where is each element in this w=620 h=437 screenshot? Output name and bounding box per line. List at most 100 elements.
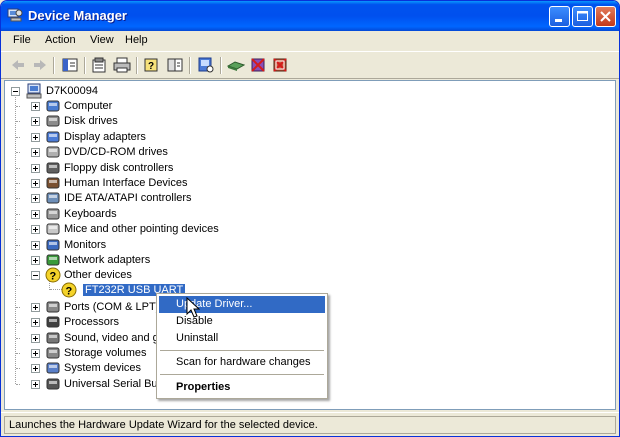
port-icon xyxy=(46,301,60,313)
tree-connector xyxy=(16,245,20,246)
help-icon[interactable]: ? xyxy=(143,56,161,74)
forward-icon[interactable] xyxy=(31,56,49,74)
sound-icon xyxy=(46,332,60,344)
tree-connector xyxy=(16,368,20,369)
menu-file[interactable]: File xyxy=(13,34,31,46)
tree-node-monitors[interactable]: Monitors xyxy=(16,237,359,253)
print-icon[interactable] xyxy=(113,56,131,74)
close-button[interactable] xyxy=(595,6,616,27)
system-icon xyxy=(46,362,60,374)
view-icon[interactable] xyxy=(166,56,184,74)
category-label: Other devices xyxy=(64,269,132,281)
context-menu: Update Driver... Disable Uninstall Scan … xyxy=(156,293,328,399)
collapse-toggle[interactable] xyxy=(31,271,40,280)
expand-toggle[interactable] xyxy=(31,133,40,142)
usb-icon xyxy=(46,378,60,390)
update-driver-icon[interactable] xyxy=(227,56,245,74)
tree-node-dvd-cd-rom-drives[interactable]: DVD/CD-ROM drives xyxy=(16,144,359,160)
disable-icon[interactable] xyxy=(249,56,267,74)
category-label: Processors xyxy=(64,316,120,328)
toolbar-separator xyxy=(220,57,222,74)
menu-item-scan-hardware[interactable]: Scan for hardware changes xyxy=(159,354,325,371)
tree-node-mice-and-other-pointing-devices[interactable]: Mice and other pointing devices xyxy=(16,221,359,237)
tree-connector xyxy=(16,307,20,308)
keyboard-icon xyxy=(46,208,60,220)
tree-node-other-devices[interactable]: ? Other devices xyxy=(16,267,359,283)
category-label: Keyboards xyxy=(64,208,117,220)
category-label: Computer xyxy=(64,100,113,112)
svg-text:?: ? xyxy=(50,271,57,283)
display-adapter-icon xyxy=(46,131,60,143)
tree-node-keyboards[interactable]: Keyboards xyxy=(16,206,359,222)
storage-icon xyxy=(46,347,60,359)
category-label: Display adapters xyxy=(64,131,146,143)
menu-help[interactable]: Help xyxy=(125,34,148,46)
expand-toggle[interactable] xyxy=(31,380,40,389)
tree-connector xyxy=(15,95,16,384)
tree-root[interactable]: D7K00094 xyxy=(9,83,309,99)
properties-icon[interactable] xyxy=(90,56,108,74)
expand-toggle[interactable] xyxy=(31,303,40,312)
uninstall-icon[interactable] xyxy=(271,56,289,74)
scan-hardware-icon[interactable] xyxy=(197,56,215,74)
tree-node-disk-drives[interactable]: Disk drives xyxy=(16,113,359,129)
tree-connector xyxy=(16,183,20,184)
expand-toggle[interactable] xyxy=(31,241,40,250)
tree-connector xyxy=(16,137,20,138)
menu-separator xyxy=(160,350,324,351)
expand-toggle[interactable] xyxy=(31,349,40,358)
tree-connector xyxy=(16,214,20,215)
expand-toggle[interactable] xyxy=(31,210,40,219)
expand-toggle[interactable] xyxy=(31,256,40,265)
tree-node-human-interface-devices[interactable]: Human Interface Devices xyxy=(16,175,359,191)
menu-view[interactable]: View xyxy=(90,34,114,46)
menu-separator xyxy=(160,374,324,375)
category-label: Mice and other pointing devices xyxy=(64,223,219,235)
expand-toggle[interactable] xyxy=(31,102,40,111)
tree-connector xyxy=(16,152,20,153)
tree-node-computer[interactable]: Computer xyxy=(16,98,359,114)
category-label: Storage volumes xyxy=(64,347,147,359)
device-manager-window: Device Manager File Action View Help ? D… xyxy=(0,0,620,437)
window-title: Device Manager xyxy=(28,8,127,23)
menu-item-disable[interactable]: Disable xyxy=(159,313,325,330)
expand-toggle[interactable] xyxy=(31,334,40,343)
category-label: IDE ATA/ATAPI controllers xyxy=(64,192,192,204)
tree-node-floppy-disk-controllers[interactable]: Floppy disk controllers xyxy=(16,160,359,176)
expand-toggle[interactable] xyxy=(31,179,40,188)
monitor-icon xyxy=(46,239,60,251)
tree-node-network-adapters[interactable]: Network adapters xyxy=(16,252,359,268)
maximize-button[interactable] xyxy=(572,6,593,27)
tree-connector xyxy=(16,198,20,199)
menu-action[interactable]: Action xyxy=(45,34,76,46)
tree-connector xyxy=(16,168,20,169)
title-bar[interactable]: Device Manager xyxy=(1,1,619,31)
back-icon[interactable] xyxy=(9,56,27,74)
status-bar: Launches the Hardware Update Wizard for … xyxy=(1,412,619,436)
category-label: DVD/CD-ROM drives xyxy=(64,146,168,158)
expand-toggle[interactable] xyxy=(31,225,40,234)
minimize-button[interactable] xyxy=(549,6,570,27)
toolbar: ? xyxy=(1,51,619,79)
svg-text:?: ? xyxy=(148,61,154,72)
category-label: Network adapters xyxy=(64,254,151,266)
category-label: System devices xyxy=(64,362,142,374)
expand-toggle[interactable] xyxy=(31,164,40,173)
menu-item-update-driver[interactable]: Update Driver... xyxy=(159,296,325,313)
expand-toggle[interactable] xyxy=(31,117,40,126)
expand-toggle[interactable] xyxy=(31,364,40,373)
expand-toggle[interactable] xyxy=(31,148,40,157)
toolbar-separator xyxy=(53,57,55,74)
tree-connector xyxy=(16,229,20,230)
minimize-icon xyxy=(555,19,562,22)
expand-toggle[interactable] xyxy=(31,194,40,203)
network-icon xyxy=(46,254,60,266)
computer-icon xyxy=(26,83,42,99)
show-hide-console-tree-icon[interactable] xyxy=(61,56,79,74)
tree-node-display-adapters[interactable]: Display adapters xyxy=(16,129,359,145)
disk-drive-icon xyxy=(46,115,60,127)
expand-toggle[interactable] xyxy=(31,318,40,327)
menu-item-uninstall[interactable]: Uninstall xyxy=(159,330,325,347)
tree-node-ide-ata-atapi-controllers[interactable]: IDE ATA/ATAPI controllers xyxy=(16,190,359,206)
menu-item-properties[interactable]: Properties xyxy=(159,379,325,396)
